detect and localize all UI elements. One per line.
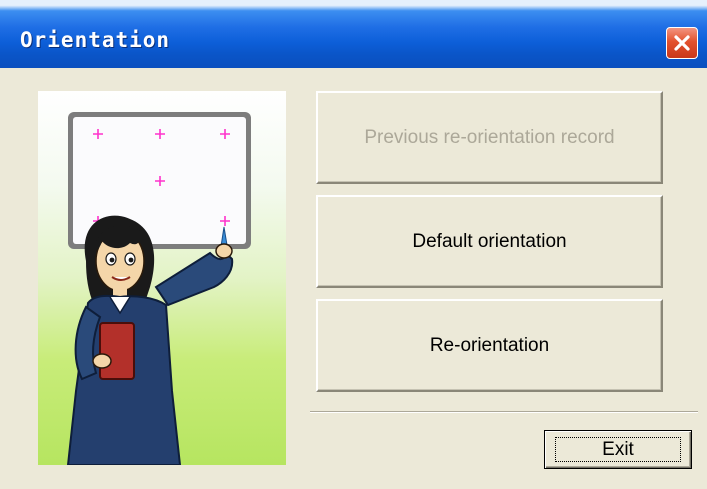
orientation-illustration <box>38 91 286 465</box>
teacher-at-whiteboard-illustration <box>66 112 251 465</box>
default-orientation-label: Default orientation <box>412 230 567 252</box>
orientation-dialog: Orientation Previous re-orientation reco… <box>0 0 707 489</box>
exit-button[interactable]: Exit <box>544 430 692 469</box>
close-icon <box>674 35 690 51</box>
close-button[interactable] <box>666 27 698 59</box>
re-orientation-label: Re-orientation <box>429 334 550 356</box>
previous-reorientation-record-button[interactable]: Previous re-orientation record <box>316 91 663 184</box>
window-title: Orientation <box>20 28 171 52</box>
default-orientation-button[interactable]: Default orientation <box>316 195 663 288</box>
previous-reorientation-record-label: Previous re-orientation record <box>364 126 615 148</box>
separator-line <box>310 411 698 413</box>
exit-label: Exit <box>602 438 634 460</box>
title-bar[interactable]: Orientation <box>0 0 707 68</box>
re-orientation-button[interactable]: Re-orientation <box>316 299 663 392</box>
